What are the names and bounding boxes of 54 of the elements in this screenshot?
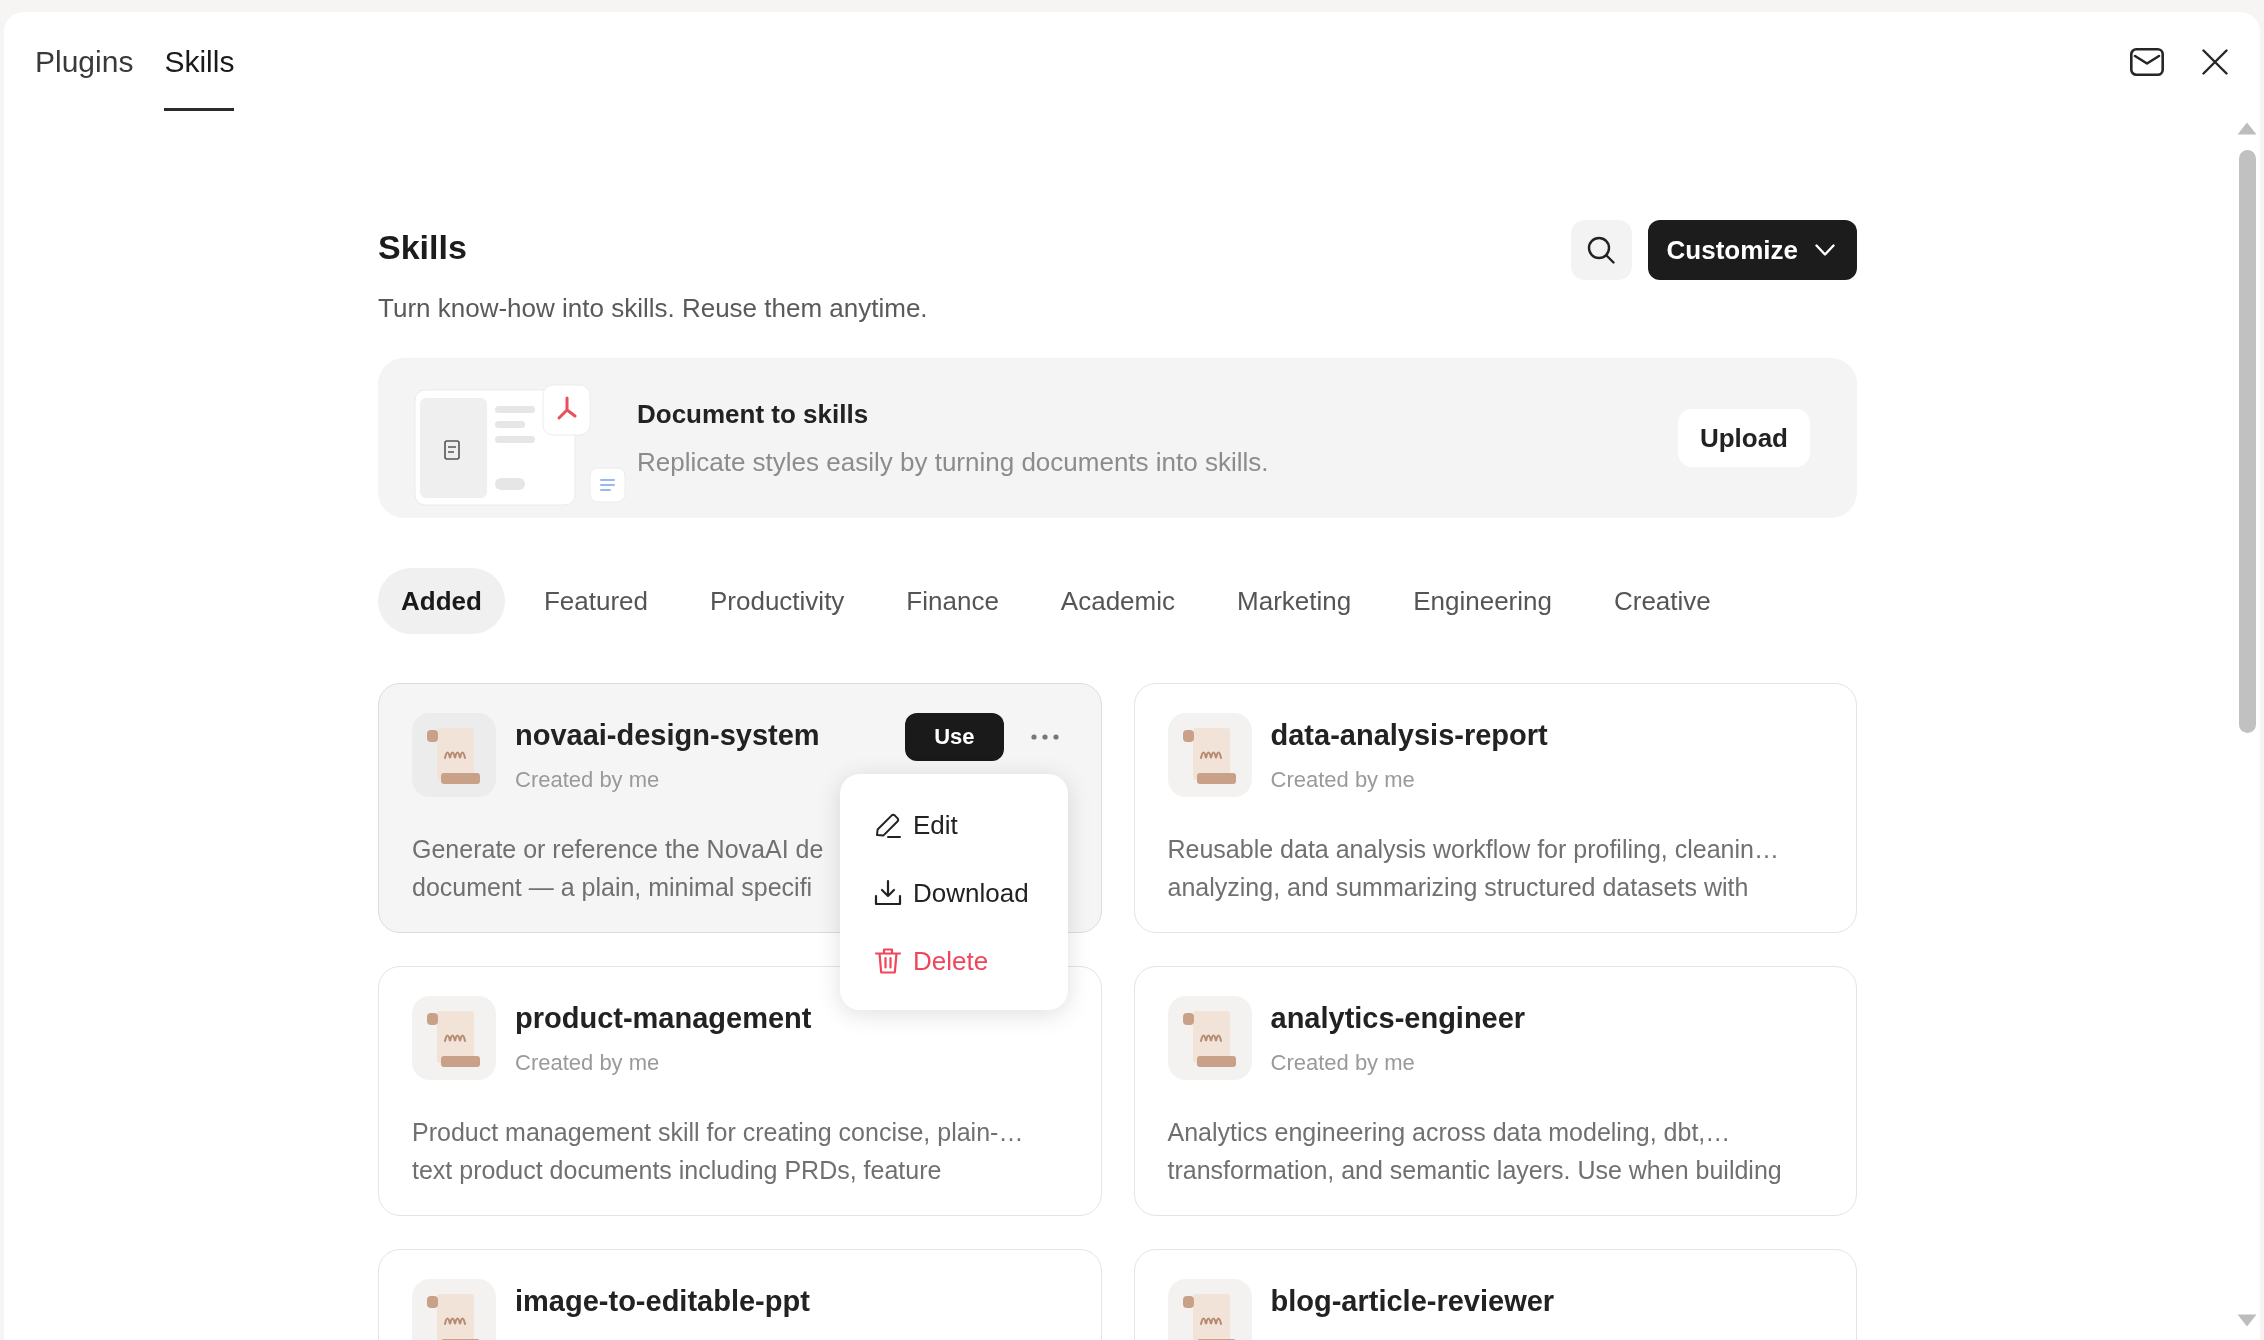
skill-author: Created by me: [515, 1049, 660, 1077]
chevron-down-icon: [1815, 244, 1835, 256]
scrollbar-thumb[interactable]: [2238, 150, 2256, 733]
skill-author: Created by me: [1270, 766, 1415, 794]
category-tab[interactable]: Academic: [1037, 568, 1198, 634]
scroll-icon: [412, 996, 496, 1080]
scroll-icon: [412, 713, 496, 797]
dots-icon: [1030, 734, 1059, 740]
skill-description: Reusable data analysis workflow for profiling, cleanin… analyzing, and summarizing structured datasets with: [1167, 834, 1779, 903]
skill-card[interactable]: blog-article-reviewer: [1133, 1249, 1857, 1340]
category-tab[interactable]: Marketing: [1214, 568, 1375, 634]
banner-description: Replicate styles easily by turning documents into skills.: [637, 446, 1269, 479]
download-icon: [874, 879, 902, 907]
skill-author: Created by me: [1270, 1049, 1415, 1077]
category-tab[interactable]: Productivity: [686, 568, 868, 634]
nav-tab[interactable]: Skills: [164, 42, 235, 111]
use-button[interactable]: Use: [905, 713, 1004, 761]
menu-item[interactable]: Edit: [840, 791, 1068, 859]
category-tab[interactable]: Added: [378, 568, 505, 634]
trash-icon: [874, 947, 902, 975]
menu-item[interactable]: Download: [840, 859, 1068, 927]
pencil-icon: [874, 811, 902, 839]
category-tab[interactable]: Featured: [520, 568, 671, 634]
skill-author: Created by me: [515, 766, 660, 794]
close-icon[interactable]: [2202, 49, 2228, 75]
skill-name: blog-article-reviewer: [1270, 1284, 1555, 1319]
upload-button[interactable]: Upload: [1677, 409, 1810, 467]
mail-icon[interactable]: [2130, 48, 2164, 76]
category-tab[interactable]: Finance: [883, 568, 1022, 634]
category-tab[interactable]: Creative: [1590, 568, 1734, 634]
scroll-icon: [412, 1279, 496, 1340]
skill-card[interactable]: data-analysis-report Created by me Reusable data analysis workflow for profiling, cleanin… analyzing, and summarizing structured datasets with: [1133, 683, 1857, 933]
skill-description: Product management skill for creating concise, plain-… text product documents including PRDs, feature: [412, 1117, 1024, 1186]
scroll-icon: [1167, 996, 1252, 1080]
scroll-icon: [1167, 1279, 1252, 1340]
page-title: Skills: [378, 227, 467, 268]
banner-title: Document to skills: [637, 398, 869, 431]
category-tab[interactable]: Engineering: [1390, 568, 1575, 634]
search-icon: [1587, 236, 1616, 264]
skill-card[interactable]: analytics-engineer Created by me Analytics engineering across data modeling, dbt,… transformation, and semantic layers. Use when building: [1133, 966, 1857, 1216]
caret-down-icon[interactable]: [2237, 1314, 2257, 1327]
nav-tab[interactable]: Plugins: [35, 42, 134, 111]
search-button[interactable]: [1570, 220, 1632, 280]
scroll-icon: [1167, 713, 1252, 797]
skill-card[interactable]: image-to-editable-ppt: [378, 1249, 1102, 1340]
skill-name: data-analysis-report: [1270, 718, 1548, 753]
caret-up-icon[interactable]: [2237, 122, 2257, 135]
page-subtitle: Turn know-how into skills. Reuse them anytime.: [378, 292, 928, 325]
skill-name: novaai-design-system: [515, 718, 820, 753]
customize-button[interactable]: Customize: [1647, 220, 1857, 280]
skill-name: analytics-engineer: [1270, 1001, 1526, 1036]
skill-description: Generate or reference the NovaAI de document — a plain, minimal specifi: [412, 834, 824, 903]
skill-name: image-to-editable-ppt: [515, 1284, 810, 1319]
skill-description: Analytics engineering across data modeling, dbt,… transformation, and semantic layers. Use when building: [1167, 1117, 1782, 1186]
